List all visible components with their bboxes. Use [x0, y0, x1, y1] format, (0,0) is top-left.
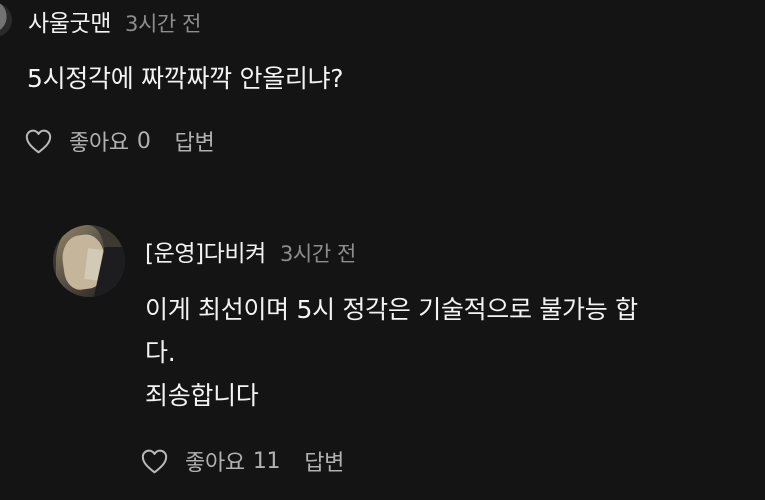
comment-actions: 좋아요 0 답변	[25, 125, 215, 157]
like-count: 0	[136, 128, 151, 154]
comment-meta: 사울굿맨 3시간 전	[28, 4, 201, 38]
reply-comment-item: [운영]다비켜 3시간 전 이게 최선이며 5시 정각은 기술적으로 불가능 합…	[0, 214, 765, 500]
heart-outline-icon	[25, 129, 52, 153]
comment-time: 3시간 전	[125, 12, 202, 36]
reply-actions: 좋아요 11 답변	[141, 445, 344, 477]
like-label: 좋아요	[185, 451, 245, 476]
like-label: 좋아요	[69, 131, 129, 156]
avatar-icon[interactable]	[0, 3, 12, 37]
reply-meta: [운영]다비켜 3시간 전	[145, 234, 356, 268]
like-count: 11	[252, 448, 281, 474]
like-button[interactable]: 좋아요 11	[141, 445, 281, 477]
comment-item: 사울굿맨 3시간 전 5시정각에 짜깍짜깍 안올리냐? 좋아요 0 답변	[0, 0, 765, 185]
like-button[interactable]: 좋아요 0	[25, 125, 151, 157]
reply-button[interactable]: 답변	[175, 125, 215, 157]
comment-author[interactable]: 사울굿맨	[28, 4, 111, 38]
reply-time: 3시간 전	[279, 242, 356, 266]
reply-text-line-2: 다.	[145, 338, 176, 367]
comment-text: 5시정각에 짜깍짜깍 안올리냐?	[27, 64, 344, 93]
reply-author[interactable]: [운영]다비켜	[145, 234, 266, 268]
reply-button[interactable]: 답변	[304, 445, 344, 477]
reply-text-line-1: 이게 최선이며 5시 정각은 기술적으로 불가능 합	[145, 295, 638, 324]
heart-outline-icon	[141, 449, 168, 473]
avatar-icon[interactable]	[53, 225, 125, 297]
reply-text-line-3: 죄송합니다	[145, 381, 259, 410]
